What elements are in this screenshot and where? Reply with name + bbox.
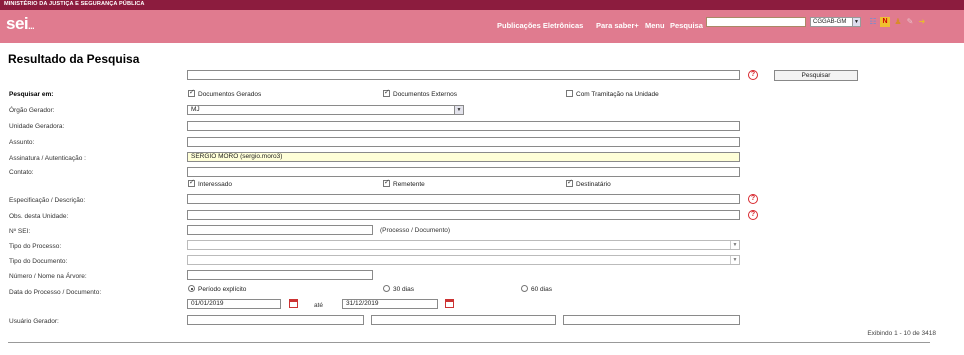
nsei-input[interactable]: [187, 225, 373, 235]
nav-publicacoes[interactable]: Publicações Eletrônicas: [497, 21, 583, 30]
chk-com-tramitacao[interactable]: Com Tramitação na Unidade: [566, 90, 659, 98]
unidade-input[interactable]: [187, 121, 740, 131]
data-label: Data do Processo / Documento:: [9, 289, 102, 296]
especificacao-input[interactable]: [187, 194, 740, 204]
assinatura-label: Assinatura / Autenticação :: [9, 155, 86, 162]
help-icon[interactable]: ?: [748, 194, 758, 204]
nsei-hint: (Processo / Documento): [380, 227, 451, 234]
chevron-down-icon: ▼: [852, 17, 861, 27]
ate-label: até: [314, 302, 324, 309]
orgao-label: Órgão Gerador:: [9, 107, 55, 114]
search-query-input[interactable]: [187, 70, 740, 80]
chevron-down-icon: ▼: [730, 256, 739, 264]
assinatura-input[interactable]: SERGIO MORO (sergio.moro3): [187, 152, 740, 162]
checkbox-icon: [188, 88, 195, 97]
chk-destinatario[interactable]: Destinatário: [566, 178, 611, 188]
obs-label: Obs. desta Unidade:: [9, 213, 69, 220]
page-title: Resultado da Pesquisa: [8, 52, 140, 66]
orgao-select[interactable]: MJ ▼: [187, 105, 464, 115]
divider: [8, 342, 930, 343]
data-inicio-input[interactable]: 01/01/2019: [187, 299, 281, 309]
numero-arvore-label: Número / Nome na Árvore:: [9, 273, 87, 280]
checkbox-icon: [566, 178, 573, 187]
calendar-icon[interactable]: [445, 299, 454, 308]
usuario-input-2[interactable]: [371, 315, 556, 325]
radio-icon: [383, 285, 390, 292]
chevron-down-icon: ▼: [730, 241, 739, 249]
radio-60-dias[interactable]: 60 dias: [521, 285, 552, 293]
checkbox-icon: [566, 90, 573, 97]
tipo-processo-select[interactable]: ▼: [187, 240, 740, 250]
nav-para-saber[interactable]: Para saber+: [596, 21, 639, 30]
contato-input[interactable]: [187, 167, 740, 177]
usuario-label: Usuário Gerador:: [9, 318, 59, 325]
tipo-documento-select[interactable]: ▼: [187, 255, 740, 265]
data-fim-input[interactable]: 31/12/2019: [342, 299, 438, 309]
results-summary: Exibindo 1 - 10 de 3418: [867, 330, 936, 337]
nav-pesquisa[interactable]: Pesquisa: [670, 21, 703, 30]
obs-input[interactable]: [187, 210, 740, 220]
radio-icon: [188, 285, 195, 292]
usuario-input-3[interactable]: [563, 315, 740, 325]
chevron-down-icon: ▼: [454, 106, 463, 114]
radio-30-dias[interactable]: 30 dias: [383, 285, 414, 293]
numero-arvore-input[interactable]: [187, 270, 373, 280]
tipo-processo-label: Tipo do Processo:: [9, 243, 62, 250]
ministry-strip: MINISTÉRIO DA JUSTIÇA E SEGURANÇA PÚBLIC…: [0, 0, 964, 10]
help-icon[interactable]: ?: [748, 210, 758, 220]
exit-icon[interactable]: ➜: [917, 17, 927, 27]
wrench-icon[interactable]: ✎: [905, 17, 915, 27]
pesquisar-em-label: Pesquisar em:: [9, 91, 54, 98]
nsei-label: Nº SEI:: [9, 228, 31, 235]
tipo-documento-label: Tipo do Documento:: [9, 258, 68, 265]
assunto-input[interactable]: [187, 137, 740, 147]
search-button[interactable]: Pesquisar: [774, 70, 858, 81]
chk-remetente[interactable]: Remetente: [383, 178, 425, 188]
especificacao-label: Especificação / Descrição:: [9, 197, 86, 204]
header-search-input[interactable]: [706, 17, 806, 27]
radio-icon: [521, 285, 528, 292]
unit-select[interactable]: CGGAB-GM ▼: [810, 17, 861, 27]
usuario-input-1[interactable]: [187, 315, 364, 325]
chk-documentos-externos[interactable]: Documentos Externos: [383, 88, 457, 98]
news-icon[interactable]: N: [880, 17, 890, 27]
checkbox-icon: [383, 88, 390, 97]
grid-icon[interactable]: ☷: [868, 17, 878, 27]
chk-documentos-gerados[interactable]: Documentos Gerados: [188, 88, 261, 98]
sei-logo[interactable]: sei...: [6, 14, 35, 34]
unidade-label: Unidade Geradora:: [9, 123, 65, 130]
checkbox-icon: [383, 178, 390, 187]
radio-periodo-explicito[interactable]: Período explícito: [188, 285, 246, 293]
checkbox-icon: [188, 178, 195, 187]
chk-interessado[interactable]: Interessado: [188, 178, 232, 188]
ministry-name: MINISTÉRIO DA JUSTIÇA E SEGURANÇA PÚBLIC…: [4, 1, 145, 7]
user-icon[interactable]: ♟: [893, 17, 903, 27]
nav-menu[interactable]: Menu: [645, 21, 665, 30]
contato-label: Contato:: [9, 169, 34, 176]
calendar-icon[interactable]: [289, 299, 298, 308]
help-icon[interactable]: ?: [748, 70, 758, 80]
assunto-label: Assunto:: [9, 139, 35, 146]
